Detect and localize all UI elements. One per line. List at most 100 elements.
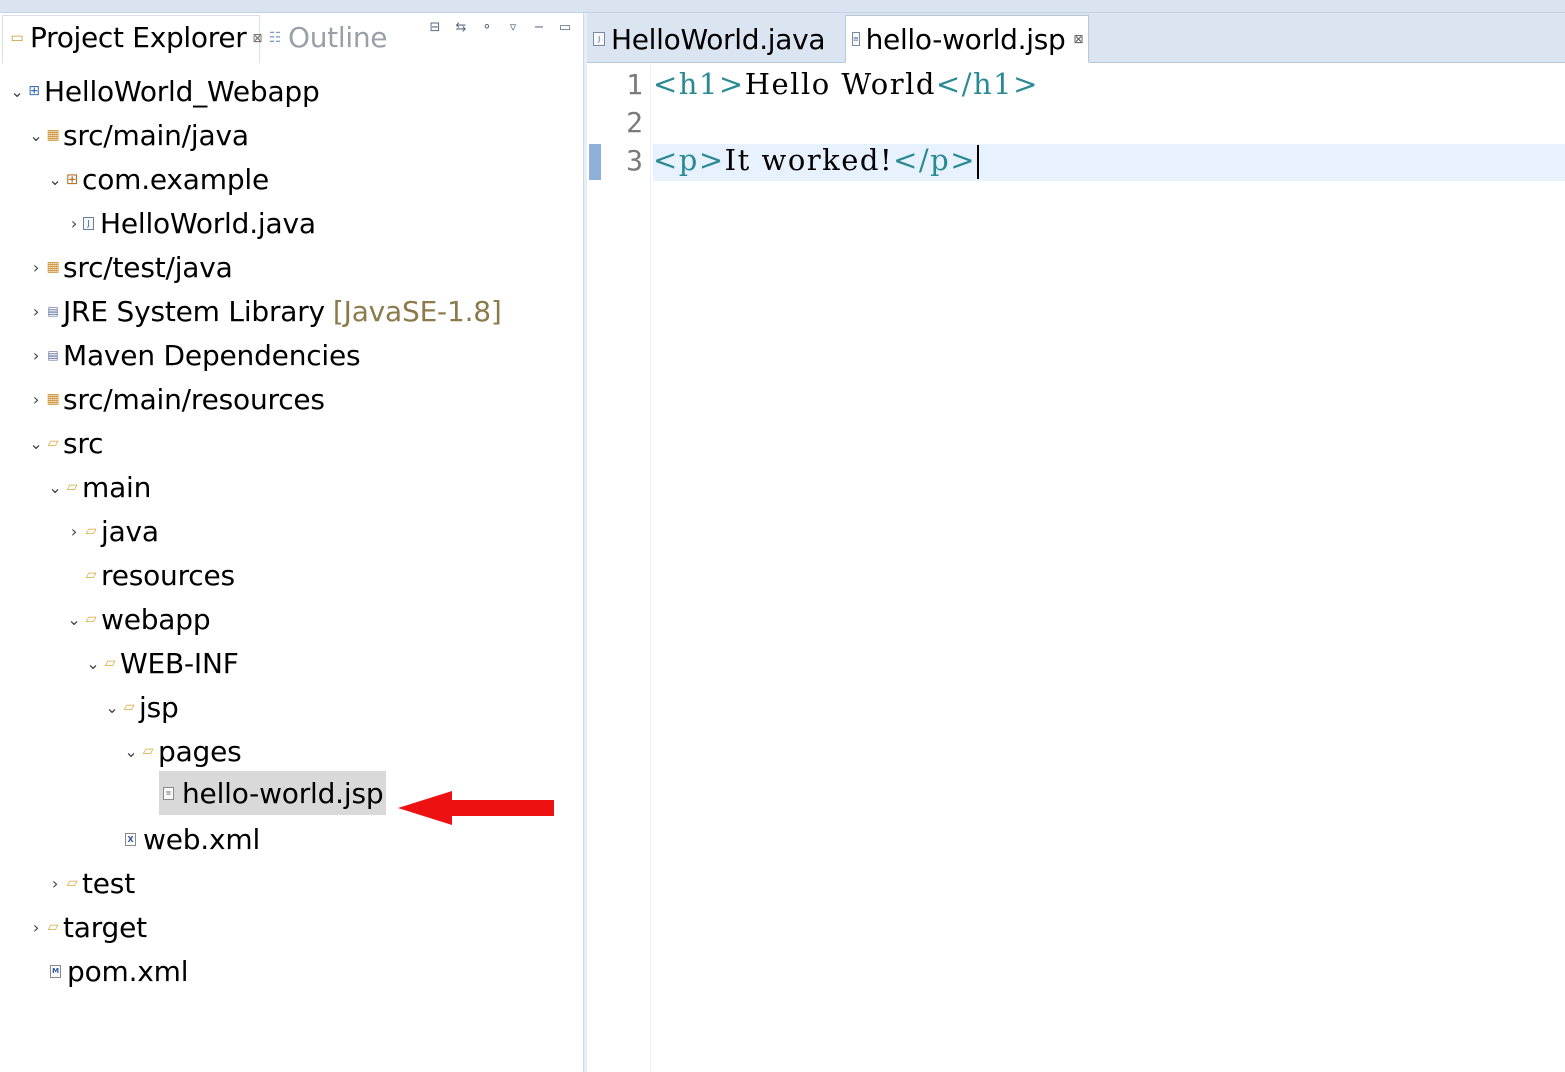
chevron-down-icon[interactable]: ⌄	[84, 654, 102, 673]
tree-item-src-main-resources[interactable]: › ▦ src/main/resources	[27, 377, 325, 421]
chevron-down-icon[interactable]: ⌄	[27, 126, 45, 145]
folder-icon: ▱	[123, 699, 135, 715]
tree-item-label: com.example	[82, 162, 270, 196]
code-line-1[interactable]: <h1>Hello World</h1>	[653, 67, 1039, 101]
tree-item-label: pom.xml	[67, 954, 189, 988]
tree-item-test[interactable]: › ▱ test	[46, 861, 135, 905]
folder-icon: ▱	[142, 743, 154, 759]
xml-file-icon: X	[125, 832, 136, 846]
chevron-down-icon[interactable]: ⌄	[8, 82, 26, 101]
package-icon: ⊞	[65, 170, 79, 188]
close-icon[interactable]: ⊠	[252, 31, 262, 45]
folder-icon: ▱	[85, 523, 97, 539]
tree-item-label: HelloWorld.java	[100, 206, 316, 240]
tree-item-webapp[interactable]: ⌄ ▱ webapp	[65, 597, 210, 641]
library-icon: ▤	[47, 304, 59, 318]
tab-outline-label: Outline	[288, 21, 388, 54]
chevron-down-icon[interactable]: ⌄	[27, 434, 45, 453]
outline-icon: ☷	[268, 29, 282, 46]
folder-icon: ▱	[85, 611, 97, 627]
tree-item-label: HelloWorld_Webapp	[44, 74, 320, 108]
chevron-down-icon[interactable]: ⌄	[46, 478, 64, 497]
editor-area: J HelloWorld.java ≡ hello-world.jsp ⊠ 1 …	[587, 13, 1565, 1072]
source-folder-icon: ▦	[46, 259, 60, 275]
chevron-down-icon[interactable]: ⌄	[122, 742, 140, 761]
editor-tab-hello-world-jsp[interactable]: ≡ hello-world.jsp ⊠	[845, 15, 1089, 63]
editor-tabbar: J HelloWorld.java ≡ hello-world.jsp ⊠	[587, 13, 1565, 63]
maximize-icon[interactable]: ▭	[557, 19, 573, 35]
tree-item-hello-world-jsp[interactable]: ≡ hello-world.jsp	[159, 771, 387, 815]
change-marker	[589, 144, 601, 180]
gutter-separator	[650, 64, 651, 1072]
tree-item-label: Maven Dependencies	[63, 338, 361, 372]
tree-item-src-main-java[interactable]: ⌄ ▦ src/main/java	[27, 113, 249, 157]
jre-version-label: [JavaSE-1.8]	[332, 294, 502, 328]
tree-item-label: java	[101, 514, 159, 548]
collapse-all-icon[interactable]: ⊟	[427, 19, 443, 35]
editor-tab-label: HelloWorld.java	[611, 22, 826, 56]
tree-item-label: webapp	[101, 602, 211, 636]
tree-item-label: target	[63, 910, 147, 944]
tree-item-web-inf[interactable]: ⌄ ▱ WEB-INF	[84, 641, 238, 685]
code-tag: <h1>	[653, 67, 745, 101]
tree-item-label: jsp	[139, 690, 179, 724]
folder-icon: ▱	[66, 875, 78, 891]
tree-item-label: pages	[158, 734, 242, 768]
minimize-icon[interactable]: −	[531, 19, 547, 35]
text-cursor	[977, 145, 980, 179]
line-number: 1	[626, 68, 643, 101]
chevron-right-icon[interactable]: ›	[27, 390, 45, 409]
source-folder-icon: ▦	[46, 127, 60, 143]
tree-item-maven-dependencies[interactable]: › ▤ Maven Dependencies	[27, 333, 361, 377]
chevron-right-icon[interactable]: ›	[65, 214, 83, 233]
close-icon[interactable]: ⊠	[1074, 32, 1084, 46]
line-number: 3	[626, 144, 643, 177]
tree-item-jre-library[interactable]: › ▤ JRE System Library [JavaSE-1.8]	[27, 289, 502, 333]
tab-outline[interactable]: ☷ Outline	[266, 21, 388, 54]
tree-item-java[interactable]: › ▱ java	[65, 509, 159, 553]
chevron-down-icon[interactable]: ⌄	[46, 170, 64, 189]
chevron-right-icon[interactable]: ›	[65, 522, 83, 541]
tree-item-pages[interactable]: ⌄ ▱ pages	[122, 729, 242, 773]
tree-item-src[interactable]: ⌄ ▱ src	[27, 421, 103, 465]
code-line-3[interactable]: <p>It worked!</p>	[653, 143, 980, 179]
tree-item-web-xml[interactable]: X web.xml	[125, 817, 260, 861]
editor-tab-label: hello-world.jsp	[865, 22, 1066, 56]
tree-item-src-test-java[interactable]: › ▦ src/test/java	[27, 245, 233, 289]
tree-item-label: main	[82, 470, 152, 504]
chevron-right-icon[interactable]: ›	[27, 346, 45, 365]
chevron-down-icon[interactable]: ⌄	[65, 610, 83, 629]
java-file-icon: J	[593, 32, 605, 46]
chevron-right-icon[interactable]: ›	[27, 302, 45, 321]
tree-item-main[interactable]: ⌄ ▱ main	[46, 465, 151, 509]
tree-item-label: src/main/resources	[63, 382, 325, 416]
chevron-right-icon[interactable]: ›	[27, 258, 45, 277]
tree-item-label: web.xml	[143, 822, 261, 856]
filters-icon[interactable]: ⚬	[479, 19, 495, 35]
folder-icon: ▱	[66, 479, 78, 495]
view-menu-chevron-down-icon[interactable]: ▿	[505, 19, 521, 35]
code-text: It worked!	[724, 143, 894, 177]
source-folder-icon: ▦	[46, 391, 60, 407]
editor-tab-helloworld-java[interactable]: J HelloWorld.java	[587, 15, 843, 63]
tree-item-helloworld-java[interactable]: › J HelloWorld.java	[65, 201, 316, 245]
tree-item-project[interactable]: ⌄ ⊞ HelloWorld_Webapp	[8, 69, 320, 113]
tree-item-label: JRE System Library	[63, 294, 325, 328]
tree-item-jsp[interactable]: ⌄ ▱ jsp	[103, 685, 179, 729]
tree-item-target[interactable]: › ▱ target	[27, 905, 147, 949]
chevron-right-icon[interactable]: ›	[46, 874, 64, 893]
tree-item-com-example[interactable]: ⌄ ⊞ com.example	[46, 157, 269, 201]
tree-item-label: src/main/java	[63, 118, 249, 152]
tree-item-pom-xml[interactable]: M pom.xml	[50, 949, 189, 993]
folder-icon: ▱	[47, 919, 59, 935]
chevron-right-icon[interactable]: ›	[27, 918, 45, 937]
jsp-file-icon: ≡	[163, 786, 174, 800]
code-text: Hello World	[744, 67, 936, 101]
link-with-editor-icon[interactable]: ⇆	[453, 19, 469, 35]
tab-project-explorer[interactable]: ▭ Project Explorer ⊠	[8, 21, 263, 54]
code-tag: </p>	[893, 143, 977, 177]
project-explorer-icon: ▭	[10, 29, 24, 46]
tree-item-resources[interactable]: ▱ resources	[83, 553, 235, 597]
chevron-down-icon[interactable]: ⌄	[103, 698, 121, 717]
folder-icon: ▱	[47, 435, 59, 451]
